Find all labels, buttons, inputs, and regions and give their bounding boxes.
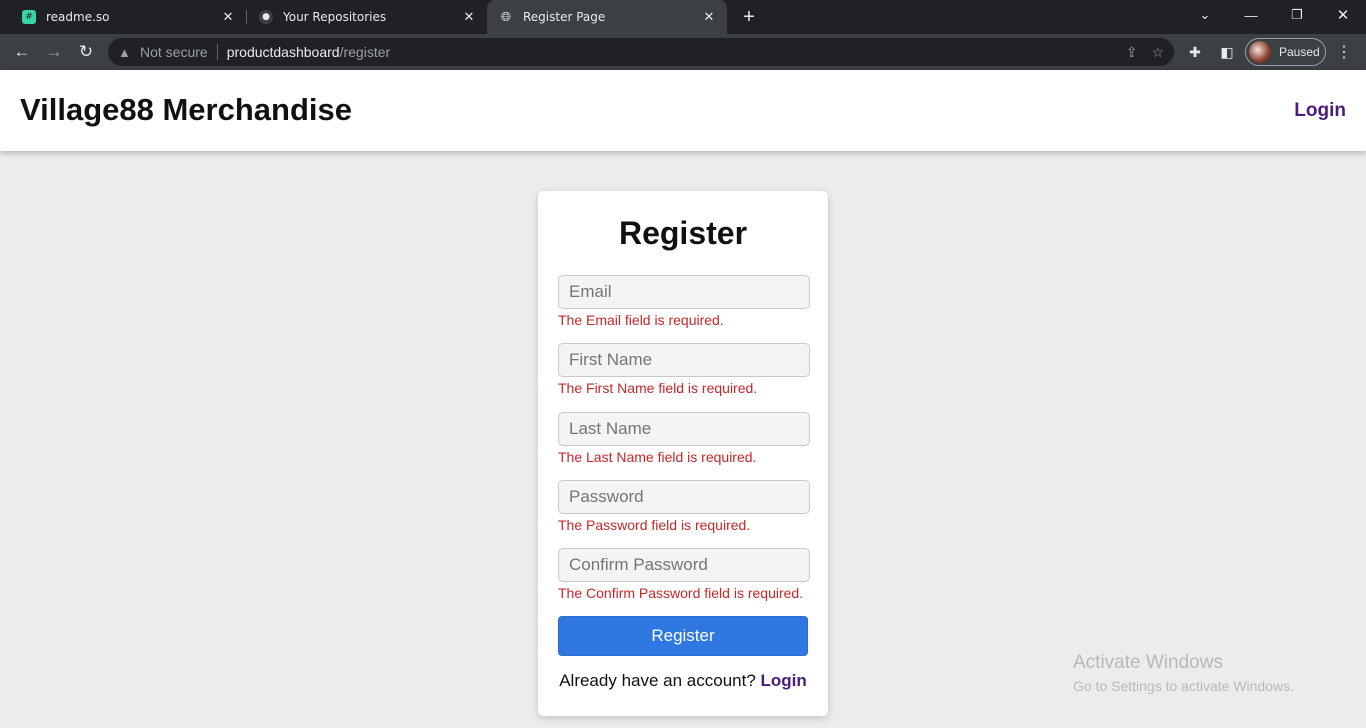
confirm-password-error: The Confirm Password field is required. <box>558 585 804 601</box>
reload-icon[interactable]: ↻ <box>72 38 100 66</box>
tab-search-icon[interactable]: ⌄ <box>1182 0 1228 30</box>
login-prompt-text: Already have an account? <box>559 671 756 690</box>
restore-button[interactable]: ❐ <box>1274 0 1320 30</box>
extensions-puzzle-icon[interactable]: ✚ <box>1185 42 1205 62</box>
share-icon[interactable]: ⇪ <box>1126 44 1138 61</box>
close-icon[interactable]: ✕ <box>220 9 236 25</box>
browser-toolbar: ← → ↻ ▲ Not secure productdashboard/regi… <box>0 34 1366 70</box>
bookmark-star-icon[interactable]: ☆ <box>1151 44 1164 61</box>
register-title: Register <box>618 215 748 251</box>
site-title: Village88 Merchandise <box>20 92 352 127</box>
footer-login-link[interactable]: Login <box>761 671 807 690</box>
email-error: The Email field is required. <box>558 312 724 328</box>
first-name-error: The First Name field is required. <box>558 380 758 396</box>
header-login-link[interactable]: Login <box>1294 100 1346 122</box>
address-actions: ⇪ ☆ <box>1126 38 1164 66</box>
security-label[interactable]: Not secure <box>140 44 208 60</box>
address-divider <box>216 44 218 60</box>
site-header: Village88 Merchandise Login <box>0 70 1366 151</box>
back-arrow-icon[interactable]: ← <box>8 38 36 66</box>
login-prompt: Already have an account? Login <box>538 671 828 691</box>
close-icon[interactable]: ✕ <box>461 9 477 25</box>
watermark-subtitle: Go to Settings to activate Windows. <box>1073 678 1294 694</box>
password-field[interactable] <box>558 480 810 514</box>
register-button[interactable]: Register <box>558 616 808 656</box>
github-icon: ● <box>259 10 273 24</box>
avatar <box>1249 41 1271 63</box>
tab-readme[interactable]: # readme.so ✕ <box>0 0 246 34</box>
tab-repositories[interactable]: ● Your Repositories ✕ <box>247 0 487 34</box>
warning-icon[interactable]: ▲ <box>118 45 134 60</box>
last-name-field[interactable] <box>558 412 810 446</box>
watermark-title: Activate Windows <box>1073 652 1223 673</box>
tab-register[interactable]: 🌐︎ Register Page ✕ <box>487 0 727 34</box>
tab-title: Your Repositories <box>283 10 387 24</box>
minimize-button[interactable]: — <box>1228 0 1274 30</box>
globe-icon: 🌐︎ <box>500 9 512 25</box>
readme-icon: # <box>22 10 36 24</box>
url-host: productdashboard <box>226 44 340 60</box>
tab-strip: # readme.so ✕ ● Your Repositories ✕ 🌐︎ R… <box>0 0 1366 34</box>
forward-arrow-icon[interactable]: → <box>40 38 68 66</box>
password-error: The Password field is required. <box>558 517 751 533</box>
first-name-field[interactable] <box>558 343 810 377</box>
profile-button[interactable]: Paused <box>1245 38 1326 66</box>
profile-status: Paused <box>1279 45 1320 59</box>
tab-title: readme.so <box>46 10 110 24</box>
confirm-password-field[interactable] <box>558 548 810 582</box>
url-path: /register <box>339 44 391 60</box>
close-window-button[interactable]: ✕ <box>1320 0 1366 30</box>
close-icon[interactable]: ✕ <box>701 9 717 25</box>
side-panel-icon[interactable]: ◧ <box>1217 42 1237 62</box>
tab-title: Register Page <box>523 10 606 24</box>
last-name-error: The Last Name field is required. <box>558 449 757 465</box>
email-field[interactable] <box>558 275 810 309</box>
more-menu-icon[interactable]: ⋮ <box>1334 42 1354 62</box>
activate-windows-watermark: Activate Windows Go to Settings to activ… <box>1073 652 1294 694</box>
address-bar[interactable]: ▲ Not secure productdashboard/register ⇪… <box>108 38 1174 66</box>
new-tab-button[interactable]: + <box>738 6 760 28</box>
